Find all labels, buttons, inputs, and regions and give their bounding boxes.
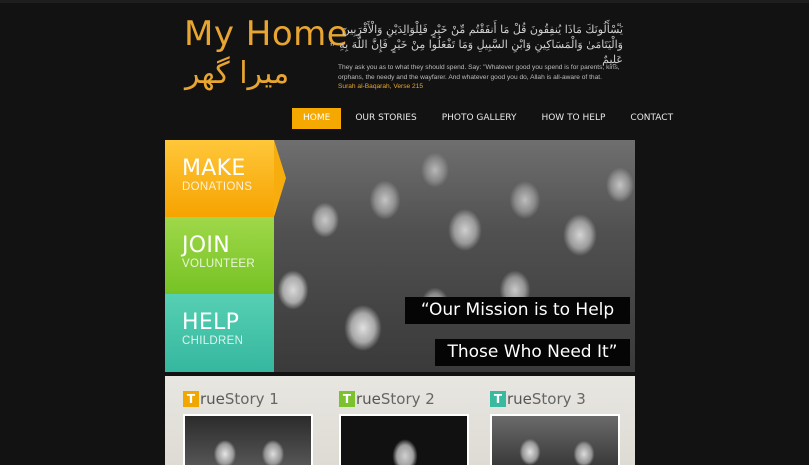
story-thumbnail[interactable] — [490, 414, 620, 465]
site-logo-english[interactable]: My Home — [184, 14, 348, 54]
quote-english-text: They ask you as to what they should spen… — [338, 64, 620, 81]
make-donations-button[interactable]: MAKE DONATIONS — [165, 140, 286, 217]
mission-caption-second-line: Those Who Need It” — [435, 339, 630, 366]
hero-banner: MAKE DONATIONS JOIN VOLUNTEER HELP CHILD… — [165, 140, 635, 372]
true-story-title[interactable]: T rue Story 2 — [339, 390, 435, 408]
children-group-photo — [265, 140, 635, 372]
join-volunteer-title: JOIN — [182, 233, 230, 258]
make-donations-subtitle: DONATIONS — [182, 181, 253, 193]
t-badge-icon: T — [490, 391, 506, 407]
help-children-subtitle: CHILDREN — [182, 335, 244, 347]
story-title-rue: rue — [200, 390, 225, 408]
true-story-title[interactable]: T rue Story 3 — [490, 390, 586, 408]
t-badge-icon: T — [183, 391, 199, 407]
true-stories-section: T rue Story 1 T rue Story 2 T rue Story … — [165, 376, 635, 465]
true-story-card[interactable]: T rue Story 2 — [321, 376, 471, 465]
page-container: My Home میرا گھر “ يَسْأَلُونَكَ مَاذَا … — [165, 0, 673, 465]
quote-arabic-text: يَسْأَلُونَكَ مَاذَا يُنفِقُونَ قُلْ مَا… — [339, 23, 623, 66]
site-logo-urdu[interactable]: میرا گھر — [185, 56, 289, 91]
quote-close-mark: ” — [330, 40, 335, 55]
nav-our-stories[interactable]: OUR STORIES — [344, 108, 427, 129]
story-title-rest: Story 1 — [224, 390, 279, 408]
true-story-card[interactable]: T rue Story 1 — [165, 376, 315, 465]
true-story-card[interactable]: T rue Story 3 — [472, 376, 622, 465]
help-children-title: HELP — [182, 310, 240, 335]
nav-how-to-help[interactable]: HOW TO HELP — [530, 108, 616, 129]
true-story-title[interactable]: T rue Story 1 — [183, 390, 279, 408]
story-title-rest: Story 3 — [531, 390, 586, 408]
story-title-rue: rue — [356, 390, 381, 408]
main-nav: HOME OUR STORIES PHOTO GALLERY HOW TO HE… — [292, 108, 687, 129]
quote-source: Surah al-Baqarah, Verse 215 — [338, 83, 424, 90]
mission-caption: “Our Mission is to Help — [405, 297, 630, 324]
nav-contact[interactable]: CONTACT — [619, 108, 684, 129]
story-thumbnail[interactable] — [183, 414, 313, 465]
nav-home[interactable]: HOME — [292, 108, 342, 129]
join-volunteer-subtitle: VOLUNTEER — [182, 258, 255, 270]
join-volunteer-button[interactable]: JOIN VOLUNTEER — [165, 217, 274, 294]
help-children-button[interactable]: HELP CHILDREN — [165, 294, 274, 372]
story-thumbnail[interactable] — [339, 414, 469, 465]
nav-photo-gallery[interactable]: PHOTO GALLERY — [431, 108, 528, 129]
story-title-rest: Story 2 — [380, 390, 435, 408]
t-badge-icon: T — [339, 391, 355, 407]
make-donations-title: MAKE — [182, 156, 246, 181]
story-title-rue: rue — [507, 390, 532, 408]
